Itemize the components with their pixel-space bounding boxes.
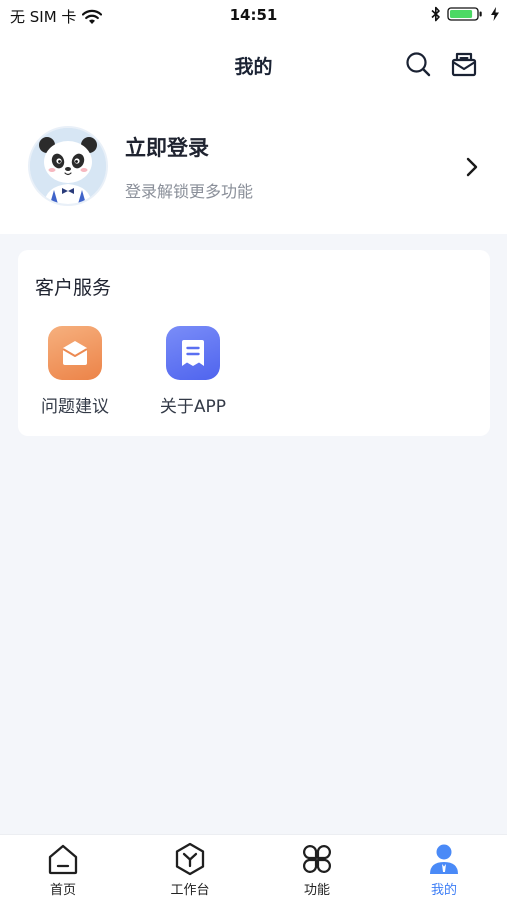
envelope-icon [62, 341, 88, 365]
tab-functions-label: 功能 [303, 883, 330, 898]
nav-bar: 我的 [0, 32, 507, 96]
login-subtitle: 登录解锁更多功能 [125, 182, 254, 201]
customer-service-card: 客户服务 问题建议 关于APP [18, 250, 490, 436]
about-app-label: 关于APP [159, 397, 227, 417]
login-title[interactable]: 立即登录 [125, 132, 209, 162]
tab-workbench-label: 工作台 [170, 883, 210, 898]
chevron-right-icon[interactable] [462, 156, 482, 178]
home-icon [48, 844, 78, 875]
tab-mine[interactable]: 我的 [381, 835, 507, 900]
login-section[interactable]: 立即登录 登录解锁更多功能 [0, 96, 507, 234]
tab-functions[interactable]: 功能 [254, 835, 380, 900]
tab-workbench[interactable]: 工作台 [127, 835, 253, 900]
user-icon [430, 844, 458, 874]
bluetooth-icon [431, 6, 440, 22]
about-app-tile [166, 326, 220, 380]
charging-bolt-icon [491, 7, 499, 21]
document-icon [182, 340, 204, 366]
tab-home[interactable]: 首页 [0, 835, 126, 900]
search-icon[interactable] [404, 50, 432, 78]
grid-icon [303, 845, 331, 873]
feedback-label: 问题建议 [41, 397, 109, 417]
avatar[interactable] [28, 126, 108, 206]
status-right [431, 6, 499, 22]
about-app-button[interactable]: 关于APP [143, 326, 243, 422]
panda-avatar [30, 128, 106, 204]
workbench-icon [175, 842, 205, 876]
section-title: 客户服务 [35, 277, 112, 299]
feedback-tile [48, 326, 102, 380]
tab-mine-label: 我的 [430, 883, 457, 898]
battery-fill [450, 10, 473, 18]
message-icon[interactable] [450, 50, 478, 78]
feedback-button[interactable]: 问题建议 [25, 326, 125, 422]
status-bar: 无 SIM 卡 14:51 [0, 0, 507, 32]
tab-bar: 首页 工作台 功能 我的 [0, 834, 507, 900]
tab-home-label: 首页 [49, 883, 76, 898]
battery-charging-icon [447, 7, 482, 21]
